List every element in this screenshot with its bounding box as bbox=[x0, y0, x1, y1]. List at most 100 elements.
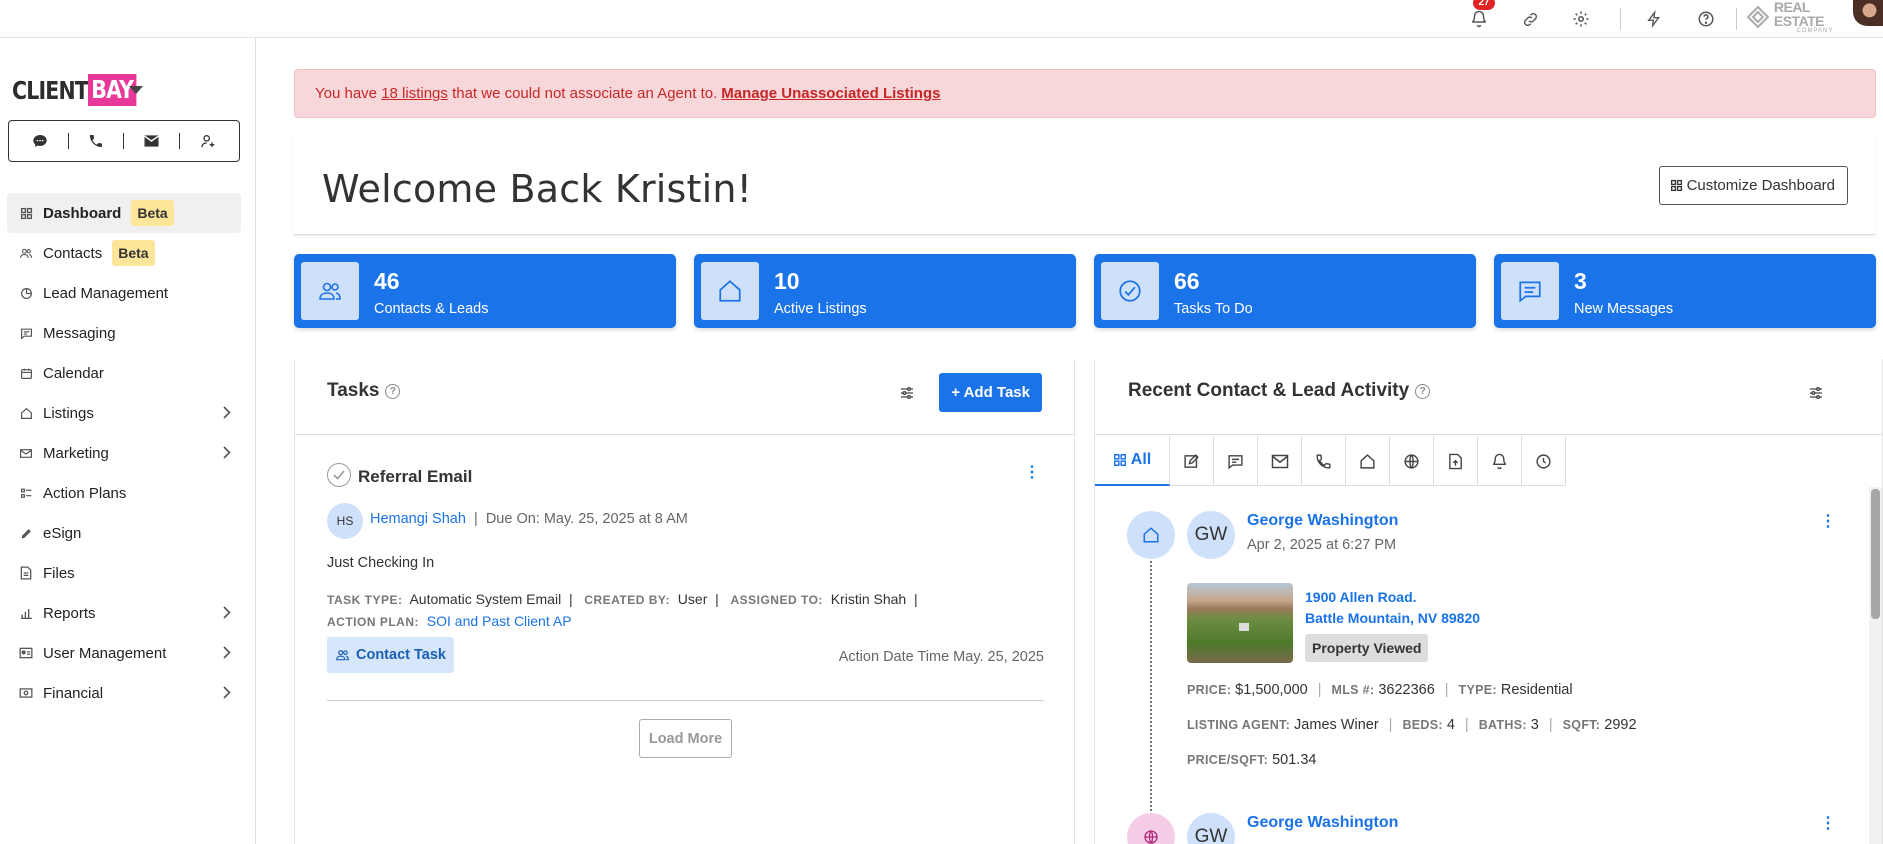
action-plan-link[interactable]: SOI and Past Client AP bbox=[427, 613, 572, 629]
property-address-link[interactable]: 1900 Allen Road. Battle Mountain, NV 898… bbox=[1305, 587, 1480, 629]
tab-calls[interactable] bbox=[1302, 436, 1346, 486]
help-icon[interactable] bbox=[1691, 4, 1721, 34]
listings-count-link[interactable]: 18 listings bbox=[381, 85, 448, 102]
nav-item-financial[interactable]: Financial bbox=[7, 673, 241, 713]
filter-settings-icon[interactable] bbox=[1808, 385, 1824, 401]
nav-item-lead-management[interactable]: Lead Management bbox=[7, 273, 241, 313]
nav-item-user-management[interactable]: User Management bbox=[7, 633, 241, 673]
divider bbox=[179, 133, 181, 149]
task-meta: TASK TYPE: Automatic System Email | CREA… bbox=[327, 591, 918, 629]
nav-item-files[interactable]: Files bbox=[7, 553, 241, 593]
contact-name-link[interactable]: George Washington bbox=[1247, 512, 1398, 530]
chat-icon[interactable] bbox=[25, 128, 55, 154]
contact-avatar[interactable]: GW bbox=[1187, 511, 1235, 559]
divider bbox=[123, 133, 125, 149]
contact-name-link[interactable]: George Washington bbox=[1247, 814, 1398, 832]
nav-item-listings[interactable]: Listings bbox=[7, 393, 241, 433]
bar-chart-icon bbox=[19, 606, 33, 620]
stat-card-tasks[interactable]: 66 Tasks To Do bbox=[1094, 254, 1476, 328]
tab-web[interactable] bbox=[1390, 436, 1434, 486]
tab-notifications[interactable] bbox=[1478, 436, 1522, 486]
welcome-title: Welcome Back Kristin! bbox=[322, 167, 753, 211]
nav-label: Lead Management bbox=[43, 284, 169, 302]
contact-avatar[interactable]: GW bbox=[1187, 813, 1235, 844]
nav-label: eSign bbox=[43, 524, 82, 542]
nav-label: Financial bbox=[43, 684, 104, 702]
scrollbar-thumb[interactable] bbox=[1871, 489, 1880, 619]
type-key: TYPE: bbox=[1458, 683, 1497, 697]
add-user-icon[interactable] bbox=[193, 128, 223, 154]
manage-unassociated-listings-link[interactable]: Manage Unassociated Listings bbox=[721, 85, 940, 102]
task-type-value: Automatic System Email bbox=[409, 591, 562, 607]
real-estate-company-logo[interactable]: REAL ESTATE COMPANY bbox=[1746, 0, 1856, 34]
phone-icon[interactable] bbox=[81, 128, 111, 154]
file-icon bbox=[19, 566, 33, 580]
nav-item-contacts[interactable]: Contacts Beta bbox=[7, 233, 241, 273]
tab-all[interactable]: All bbox=[1095, 436, 1170, 486]
lightning-icon[interactable] bbox=[1639, 4, 1669, 34]
address-line-2: Battle Mountain, NV 89820 bbox=[1305, 610, 1481, 626]
grid-icon bbox=[19, 206, 33, 220]
task-more-options-icon[interactable]: ⋮ bbox=[1024, 465, 1040, 481]
caret-down-icon[interactable] bbox=[129, 86, 143, 94]
tab-messages[interactable] bbox=[1214, 436, 1258, 486]
nav-item-reports[interactable]: Reports bbox=[7, 593, 241, 633]
add-task-button[interactable]: + Add Task bbox=[939, 373, 1042, 412]
nav-item-action-plans[interactable]: Action Plans bbox=[7, 473, 241, 513]
nav-item-marketing[interactable]: Marketing bbox=[7, 433, 241, 473]
help-icon[interactable]: ? bbox=[1415, 384, 1431, 399]
tasks-header: Tasks? + Add Task bbox=[295, 359, 1074, 435]
load-more-button[interactable]: Load More bbox=[639, 719, 732, 758]
price-per-sqft-value: 501.34 bbox=[1272, 752, 1317, 768]
money-icon bbox=[19, 686, 33, 700]
envelope-icon[interactable] bbox=[137, 128, 167, 154]
tab-history[interactable] bbox=[1522, 436, 1566, 486]
price-per-sqft-key: PRICE/SQFT: bbox=[1187, 753, 1269, 767]
timeline-connector bbox=[1150, 537, 1152, 823]
assigned-to-value: Kristin Shah bbox=[830, 591, 907, 607]
complete-task-checkbox[interactable] bbox=[327, 463, 351, 487]
contact-task-tag[interactable]: Contact Task bbox=[327, 637, 454, 673]
task-due: Due On: May. 25, 2025 at 8 AM bbox=[485, 511, 688, 527]
price-key: PRICE: bbox=[1187, 683, 1232, 697]
link-icon[interactable] bbox=[1515, 4, 1545, 34]
activity-more-options-icon[interactable]: ⋮ bbox=[1820, 514, 1836, 530]
customize-dashboard-button[interactable]: Customize Dashboard bbox=[1658, 166, 1848, 205]
nav-label: User Management bbox=[43, 644, 167, 662]
mail-icon bbox=[19, 446, 33, 460]
agent-value: James Winer bbox=[1294, 717, 1379, 733]
help-icon[interactable]: ? bbox=[385, 384, 401, 399]
nav-item-dashboard[interactable]: Dashboard Beta bbox=[7, 193, 241, 233]
nav-item-calendar[interactable]: Calendar bbox=[7, 353, 241, 393]
action-date: Action Date Time May. 25, 2025 bbox=[838, 649, 1044, 665]
task-type-key: TASK TYPE: bbox=[327, 593, 403, 607]
user-avatar[interactable] bbox=[1853, 0, 1883, 26]
beds-value: 4 bbox=[1446, 717, 1455, 733]
tab-properties[interactable] bbox=[1346, 436, 1390, 486]
filter-settings-icon[interactable] bbox=[899, 385, 915, 401]
stat-card-contacts[interactable]: 46 Contacts & Leads bbox=[294, 254, 676, 328]
stat-card-messages[interactable]: 3 New Messages bbox=[1494, 254, 1876, 328]
task-owner-link[interactable]: Hemangi Shah bbox=[370, 511, 466, 527]
agent-key: LISTING AGENT: bbox=[1187, 718, 1291, 732]
chevron-right-icon bbox=[223, 406, 231, 419]
stat-card-listings[interactable]: 10 Active Listings bbox=[694, 254, 1076, 328]
stat-label: Tasks To Do bbox=[1174, 301, 1253, 317]
logo-text: REAL ESTATE bbox=[1773, 0, 1825, 29]
clientbay-logo[interactable]: CLIENT BAY bbox=[12, 74, 147, 106]
nav-item-messaging[interactable]: Messaging bbox=[7, 313, 241, 353]
property-image[interactable] bbox=[1187, 583, 1293, 663]
bell-icon bbox=[1491, 453, 1508, 470]
property-details-row: PRICE: $1,500,000 | MLS #: 3622366 | TYPE: Resi… bbox=[1187, 682, 1573, 698]
tab-notes[interactable] bbox=[1170, 436, 1214, 486]
chevron-right-icon bbox=[223, 646, 231, 659]
nav-item-esign[interactable]: eSign bbox=[7, 513, 241, 553]
tab-emails[interactable] bbox=[1258, 436, 1302, 486]
tab-documents[interactable] bbox=[1434, 436, 1478, 486]
home-icon bbox=[1127, 511, 1175, 559]
activity-more-options-icon[interactable]: ⋮ bbox=[1820, 816, 1836, 832]
nav-label: Dashboard bbox=[43, 204, 122, 222]
task-title: Referral Email bbox=[358, 467, 473, 486]
gear-icon[interactable] bbox=[1566, 4, 1596, 34]
users-icon bbox=[19, 246, 33, 260]
